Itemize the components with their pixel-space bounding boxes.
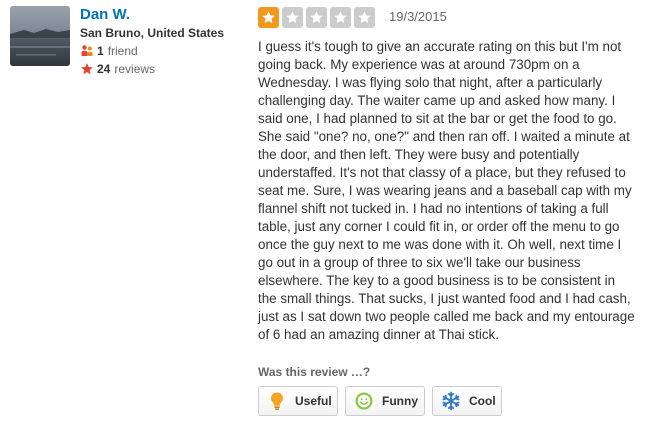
- user-name-link[interactable]: Dan W.: [80, 6, 130, 23]
- star-rating: [258, 7, 378, 28]
- friends-icon: [80, 44, 94, 58]
- star-filled-icon: [258, 7, 279, 28]
- funny-label: Funny: [382, 394, 418, 408]
- review-card: Dan W. San Bruno, United States 1 friend…: [0, 0, 645, 429]
- review-date: 19/3/2015: [389, 9, 447, 24]
- feedback-prompt: Was this review …?: [258, 365, 371, 379]
- star-empty-icon: [330, 7, 351, 28]
- reviews-count: 24: [97, 62, 111, 76]
- user-avatar[interactable]: [10, 6, 70, 66]
- lightbulb-icon: [267, 391, 287, 411]
- cool-button[interactable]: Cool: [432, 386, 502, 416]
- reviews-label: reviews: [114, 62, 156, 76]
- friends-label: friend: [107, 44, 138, 58]
- reviews-stat: 24 reviews: [80, 62, 155, 76]
- review-text: I guess it's tough to give an accurate r…: [258, 39, 635, 342]
- avatar-photo-icon: [10, 6, 70, 66]
- useful-button[interactable]: Useful: [258, 386, 338, 416]
- star-empty-icon: [282, 7, 303, 28]
- cool-label: Cool: [469, 394, 496, 408]
- snowflake-icon: [441, 391, 461, 411]
- smiley-icon: [354, 391, 374, 411]
- funny-button[interactable]: Funny: [345, 386, 425, 416]
- star-empty-icon: [354, 7, 375, 28]
- useful-label: Useful: [295, 394, 332, 408]
- friends-count: 1: [97, 44, 104, 58]
- review-star-icon: [80, 62, 94, 76]
- friends-stat: 1 friend: [80, 44, 138, 58]
- user-location: San Bruno, United States: [80, 26, 225, 40]
- star-empty-icon: [306, 7, 327, 28]
